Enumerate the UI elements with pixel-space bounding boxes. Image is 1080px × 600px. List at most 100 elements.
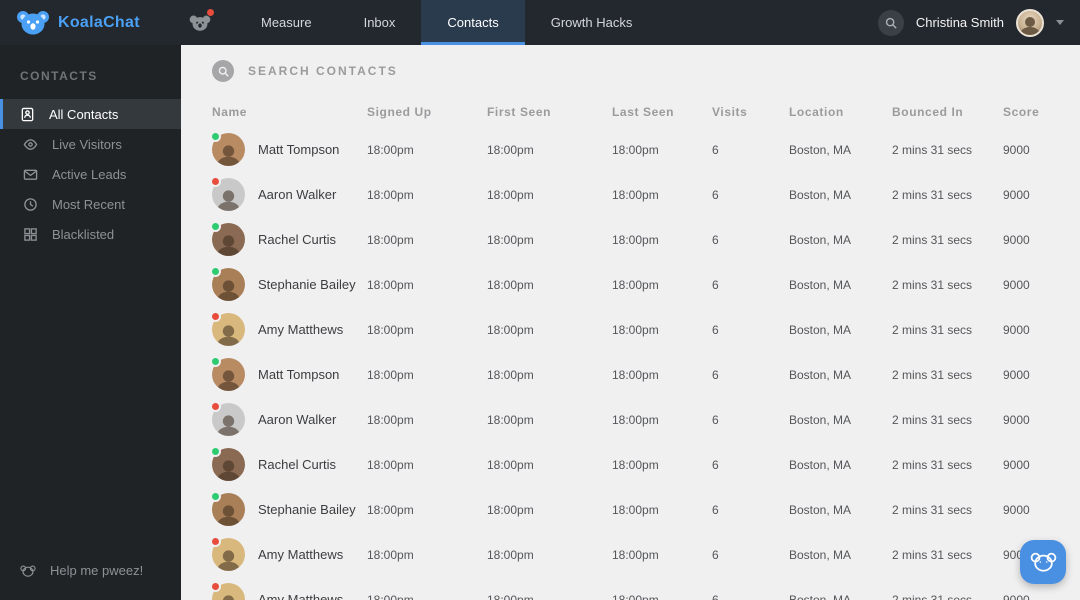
bounced-cell: 2 mins 31 secs — [892, 547, 973, 562]
tab-measure[interactable]: Measure — [235, 0, 338, 45]
visits-cell: 6 — [712, 412, 719, 427]
first-seen-cell: 18:00pm — [487, 367, 534, 382]
table-row[interactable]: Rachel Curtis 18:00pm 18:00pm 18:00pm 6 … — [181, 217, 1080, 262]
last-seen-cell: 18:00pm — [612, 367, 659, 382]
table-row[interactable]: Amy Matthews 18:00pm 18:00pm 18:00pm 6 B… — [181, 577, 1080, 600]
table-row[interactable]: Rachel Curtis 18:00pm 18:00pm 18:00pm 6 … — [181, 442, 1080, 487]
bounced-cell: 2 mins 31 secs — [892, 187, 973, 202]
score-cell: 9000 — [1003, 502, 1030, 517]
table-row[interactable]: Aaron Walker 18:00pm 18:00pm 18:00pm 6 B… — [181, 397, 1080, 442]
clock-icon — [24, 197, 37, 211]
tab-growth-hacks[interactable]: Growth Hacks — [525, 0, 659, 45]
table-body: Matt Tompson 18:00pm 18:00pm 18:00pm 6 B… — [181, 127, 1080, 600]
sidebar-item-blacklisted[interactable]: Blacklisted — [0, 219, 181, 249]
sidebar-item-live-visitors[interactable]: Live Visitors — [0, 129, 181, 159]
signed-up-cell: 18:00pm — [367, 187, 414, 202]
avatar — [210, 356, 245, 391]
person-silhouette-icon — [217, 550, 240, 571]
search-icon — [212, 60, 234, 82]
sidebar-item-most-recent[interactable]: Most Recent — [0, 189, 181, 219]
avatar — [210, 221, 245, 256]
main-content: Name Signed Up First Seen Last Seen Visi… — [181, 45, 1080, 600]
location-cell: Boston, MA — [789, 322, 852, 337]
person-silhouette-icon — [217, 460, 240, 481]
last-seen-cell: 18:00pm — [612, 322, 659, 337]
sidebar-item-label: Most Recent — [52, 196, 125, 212]
score-cell: 9000 — [1003, 367, 1030, 382]
visits-cell: 6 — [712, 277, 719, 292]
brand[interactable]: KoalaChat — [0, 0, 181, 45]
table-row[interactable]: Stephanie Bailey 18:00pm 18:00pm 18:00pm… — [181, 487, 1080, 532]
person-silhouette-icon — [217, 325, 240, 346]
first-seen-cell: 18:00pm — [487, 232, 534, 247]
koala-logo-icon — [17, 11, 49, 35]
table-row[interactable]: Stephanie Bailey 18:00pm 18:00pm 18:00pm… — [181, 262, 1080, 307]
avatar — [210, 446, 245, 481]
status-dot — [210, 446, 221, 457]
first-seen-cell: 18:00pm — [487, 457, 534, 472]
status-dot — [210, 536, 221, 547]
signed-up-cell: 18:00pm — [367, 457, 414, 472]
status-dot — [210, 266, 221, 277]
sidebar-item-active-leads[interactable]: Active Leads — [0, 159, 181, 189]
person-silhouette-icon — [217, 145, 240, 166]
avatar — [210, 176, 245, 211]
status-dot — [210, 176, 221, 187]
table-row[interactable]: Matt Tompson 18:00pm 18:00pm 18:00pm 6 B… — [181, 352, 1080, 397]
koala-notification-icon[interactable] — [187, 7, 215, 36]
tab-inbox[interactable]: Inbox — [338, 0, 422, 45]
column-header-first-seen[interactable]: First Seen — [487, 105, 612, 119]
first-seen-cell: 18:00pm — [487, 502, 534, 517]
grid-icon — [24, 227, 37, 241]
help-link[interactable]: Help me pweez! — [20, 563, 143, 578]
user-name[interactable]: Christina Smith — [916, 15, 1004, 30]
visits-cell: 6 — [712, 592, 719, 600]
bounced-cell: 2 mins 31 secs — [892, 412, 973, 427]
bounced-cell: 2 mins 31 secs — [892, 457, 973, 472]
eye-icon — [23, 138, 38, 150]
column-header-name[interactable]: Name — [212, 105, 367, 119]
last-seen-cell: 18:00pm — [612, 547, 659, 562]
score-cell: 9000 — [1003, 232, 1030, 247]
chat-fab[interactable] — [1020, 540, 1066, 584]
tab-contacts[interactable]: Contacts — [421, 0, 526, 45]
sidebar-item-all-contacts[interactable]: All Contacts — [0, 99, 181, 129]
person-silhouette-icon — [217, 235, 240, 256]
visits-cell: 6 — [712, 322, 719, 337]
contact-name: Rachel Curtis — [258, 232, 337, 247]
user-avatar[interactable] — [1016, 8, 1044, 37]
table-row[interactable]: Amy Matthews 18:00pm 18:00pm 18:00pm 6 B… — [181, 307, 1080, 352]
status-dot — [210, 581, 221, 592]
search-contacts-input[interactable] — [248, 64, 1080, 78]
last-seen-cell: 18:00pm — [612, 412, 659, 427]
search-button[interactable] — [877, 9, 904, 36]
location-cell: Boston, MA — [789, 367, 852, 382]
last-seen-cell: 18:00pm — [612, 232, 659, 247]
contact-name: Stephanie Bailey — [258, 277, 356, 292]
location-cell: Boston, MA — [789, 547, 852, 562]
bounced-cell: 2 mins 31 secs — [892, 232, 973, 247]
first-seen-cell: 18:00pm — [487, 412, 534, 427]
column-header-last-seen[interactable]: Last Seen — [612, 105, 712, 119]
contact-name: Matt Tompson — [258, 367, 340, 382]
avatar — [210, 311, 245, 346]
table-row[interactable]: Amy Matthews 18:00pm 18:00pm 18:00pm 6 B… — [181, 532, 1080, 577]
table-row[interactable]: Matt Tompson 18:00pm 18:00pm 18:00pm 6 B… — [181, 127, 1080, 172]
column-header-visits[interactable]: Visits — [712, 105, 789, 119]
person-silhouette-icon — [222, 595, 235, 600]
envelope-icon — [23, 169, 38, 180]
sidebar-item-label: Blacklisted — [52, 226, 115, 242]
table-row[interactable]: Aaron Walker 18:00pm 18:00pm 18:00pm 6 B… — [181, 172, 1080, 217]
column-header-bounced-in[interactable]: Bounced In — [892, 105, 1003, 119]
chevron-down-icon[interactable] — [1056, 20, 1064, 25]
avatar — [210, 401, 245, 436]
column-header-score[interactable]: Score — [1003, 105, 1060, 119]
contact-name: Aaron Walker — [258, 187, 337, 202]
column-header-location[interactable]: Location — [789, 105, 892, 119]
signed-up-cell: 18:00pm — [367, 277, 414, 292]
signed-up-cell: 18:00pm — [367, 142, 414, 157]
bounced-cell: 2 mins 31 secs — [892, 277, 973, 292]
status-dot — [210, 221, 221, 232]
column-header-signed-up[interactable]: Signed Up — [367, 105, 487, 119]
signed-up-cell: 18:00pm — [367, 367, 414, 382]
